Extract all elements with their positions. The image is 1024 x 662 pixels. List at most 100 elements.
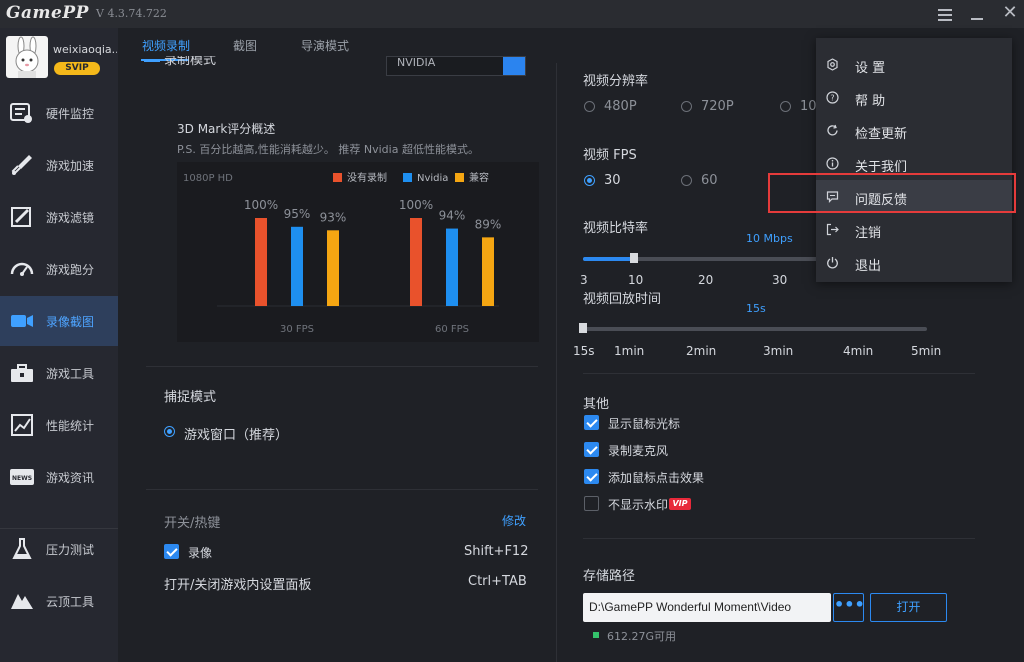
close-icon[interactable]: ✕ xyxy=(998,4,1022,24)
record-mode-label: 录制模式 xyxy=(164,56,217,68)
sidebar-item-game-benchmark[interactable]: 游戏跑分 xyxy=(0,244,118,294)
legend-swatch xyxy=(455,173,464,182)
capture-radio-game-window[interactable] xyxy=(164,426,175,437)
legend-swatch xyxy=(333,173,342,182)
bitrate-value: 10 Mbps xyxy=(746,232,793,245)
storage-path-field[interactable]: D:\GamePP Wonderful Moment\Video xyxy=(583,593,831,622)
sidebar-item-label: 硬件监控 xyxy=(46,107,95,121)
sidebar-item-game-boost[interactable]: 游戏加速 xyxy=(0,140,118,190)
fps-30-label: 30 xyxy=(604,173,621,188)
resolution-radio-480p[interactable] xyxy=(584,101,595,112)
menu-item-exit[interactable]: 退出 xyxy=(816,246,1012,279)
menu-item-logout[interactable]: 注销 xyxy=(816,213,1012,246)
menu-item-check-update[interactable]: 检查更新 xyxy=(816,114,1012,147)
svg-text:NEWS: NEWS xyxy=(12,475,32,482)
resolution-1080p-label: 10 xyxy=(800,99,817,114)
sidebar-item-game-news[interactable]: NEWS 游戏资讯 xyxy=(0,452,118,502)
replay-tick: 15s xyxy=(573,344,595,358)
browse-button[interactable]: ••• xyxy=(833,593,865,622)
record-mic-checkbox[interactable] xyxy=(584,442,599,457)
resolution-720p-label: 720P xyxy=(701,99,734,114)
vip-badge: VIP xyxy=(669,498,691,510)
bar-value-label: 89% xyxy=(475,217,502,231)
sidebar-item-game-tools[interactable]: 游戏工具 xyxy=(0,348,118,398)
record-hotkey-label: 录像 xyxy=(188,546,213,560)
menu-item-label: 设 置 xyxy=(855,61,886,76)
divider xyxy=(583,538,975,539)
replay-value: 15s xyxy=(746,302,766,315)
bar-value-label: 94% xyxy=(439,209,466,223)
resolution-radio-1080p[interactable] xyxy=(780,101,791,112)
record-hotkey-value: Shift+F12 xyxy=(464,544,529,559)
divider xyxy=(583,373,975,374)
help-icon: ? xyxy=(826,91,839,104)
menu-item-help[interactable]: ? 帮 助 xyxy=(816,81,1012,114)
chevron-down-icon[interactable] xyxy=(503,57,525,75)
power-icon xyxy=(827,257,838,269)
sidebar-item-recording[interactable]: 录像截图 xyxy=(0,296,118,346)
replay-slider-track[interactable] xyxy=(583,327,927,331)
encoder-select[interactable]: NVIDIA xyxy=(386,56,526,76)
fps-radio-60[interactable] xyxy=(681,175,692,186)
encoder-select-value: NVIDIA xyxy=(397,56,436,69)
tab-director-mode[interactable]: 导演模式 xyxy=(301,37,349,54)
hardware-monitor-icon xyxy=(10,103,32,123)
flask-icon xyxy=(12,538,32,559)
chart-bar xyxy=(255,218,267,306)
resolution-radio-720p[interactable] xyxy=(681,101,692,112)
menu-item-settings[interactable]: 设 置 xyxy=(816,48,1012,81)
storage-title: 存储路径 xyxy=(583,569,636,584)
tab-screenshot[interactable]: 截图 xyxy=(233,37,257,54)
sidebar-item-label: 录像截图 xyxy=(46,315,95,329)
settings-icon xyxy=(827,58,838,71)
no-watermark-checkbox[interactable] xyxy=(584,496,599,511)
sidebar-item-label: 游戏资讯 xyxy=(46,471,95,485)
section-marker xyxy=(144,60,160,62)
bitrate-tick: 30 xyxy=(772,273,788,287)
bar-value-label: 95% xyxy=(284,207,311,221)
menu-icon[interactable] xyxy=(934,4,958,24)
bitrate-tick: 10 xyxy=(628,273,644,287)
show-cursor-label: 显示鼠标光标 xyxy=(608,417,681,431)
replay-tick: 1min xyxy=(614,344,645,358)
sidebar-item-stress-test[interactable]: 压力测试 xyxy=(0,524,118,574)
sidebar-item-tft-tools[interactable]: 云顶工具 xyxy=(0,576,118,626)
replay-tick: 2min xyxy=(686,344,717,358)
sidebar: weixiaoqia... SVIP 硬件监控 游戏加速 游戏滤镜 游戏跑分 录… xyxy=(0,28,118,662)
bitrate-slider-thumb[interactable] xyxy=(630,253,638,263)
sidebar-item-label: 游戏工具 xyxy=(46,367,95,381)
record-mic-label: 录制麦克风 xyxy=(608,444,669,458)
capture-option-label: 游戏窗口（推荐） xyxy=(184,428,289,443)
open-folder-button[interactable]: 打开 xyxy=(870,593,947,622)
bitrate-slider-fill xyxy=(583,257,634,261)
tab-video-recording[interactable]: 视频录制 xyxy=(142,37,190,54)
chart-bar xyxy=(410,218,422,306)
replay-tick: 5min xyxy=(911,344,942,358)
resolution-title: 视频分辨率 xyxy=(583,74,649,89)
user-panel[interactable]: weixiaoqia... SVIP xyxy=(0,28,118,86)
refresh-icon xyxy=(827,124,838,136)
chart-bar xyxy=(446,228,458,306)
avatar[interactable] xyxy=(6,36,48,78)
fps-radio-30[interactable] xyxy=(584,175,595,186)
title-bar: GamePP V 4.3.74.722 ✕ xyxy=(0,0,1024,28)
category-label: 30 FPS xyxy=(280,324,314,335)
bitrate-tick: 3 xyxy=(580,273,588,287)
sidebar-item-hardware-monitor[interactable]: 硬件监控 xyxy=(0,88,118,138)
sidebar-item-game-filter[interactable]: 游戏滤镜 xyxy=(0,192,118,242)
benchmark-chart-svg: 1080P HD 没有录制 Nvidia 兼容 100% 95% 93% 30 FPS 100%… xyxy=(183,171,502,335)
edit-hotkey-link[interactable]: 修改 xyxy=(502,512,526,529)
chart-bar xyxy=(482,237,494,306)
bitrate-tick: 20 xyxy=(698,273,714,287)
app-version: V 4.3.74.722 xyxy=(96,7,167,20)
sidebar-item-label: 游戏滤镜 xyxy=(46,211,95,225)
sidebar-item-performance-stats[interactable]: 性能统计 xyxy=(0,400,118,450)
replay-slider-thumb[interactable] xyxy=(579,323,587,333)
click-effect-checkbox[interactable] xyxy=(584,469,599,484)
show-cursor-checkbox[interactable] xyxy=(584,415,599,430)
free-space-label: 612.27G可用 xyxy=(607,630,677,643)
minimize-icon[interactable] xyxy=(966,4,990,24)
replay-title: 视频回放时间 xyxy=(583,292,662,307)
toolbox-icon xyxy=(11,364,33,382)
record-hotkey-checkbox[interactable] xyxy=(164,544,179,559)
